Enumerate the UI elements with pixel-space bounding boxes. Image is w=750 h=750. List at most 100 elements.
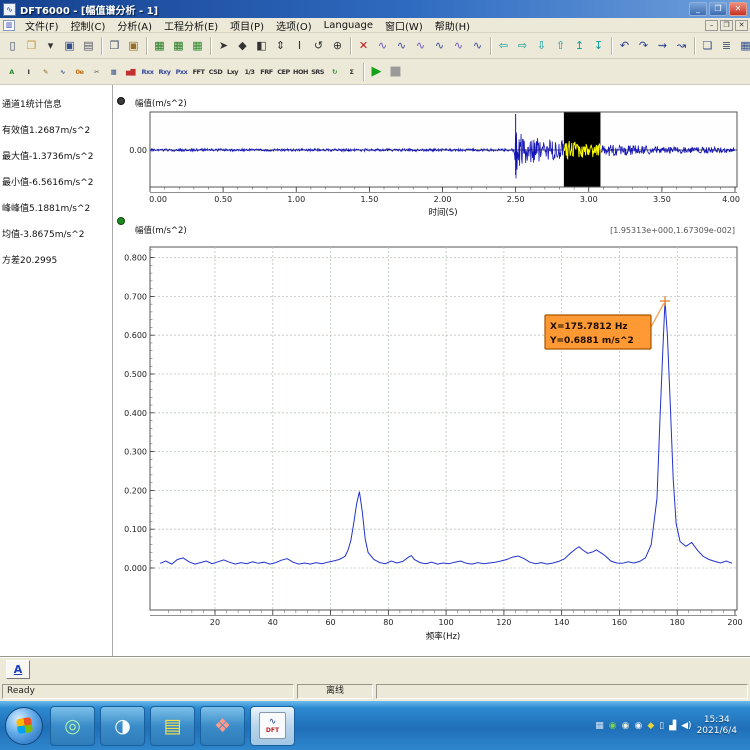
menu-item-file[interactable]: 文件(F)	[19, 17, 65, 34]
data-table-button[interactable]: ▦	[105, 63, 122, 80]
peak-mark-5-button[interactable]: ∿	[449, 36, 468, 55]
title-bar[interactable]: ∿ DFT6000 - [幅值谱分析 - 1] _ ❐ ✕	[0, 0, 750, 18]
tab-a[interactable]: A	[6, 660, 30, 679]
curve-fit-button[interactable]: ⇝	[653, 36, 672, 55]
window-layout-1-button[interactable]: ▦	[150, 36, 169, 55]
cursor-pair-button[interactable]: ◧	[252, 36, 271, 55]
frf-button[interactable]: FRF	[258, 63, 275, 80]
energy-icon[interactable]: ◆	[647, 721, 654, 731]
analysis-toolbar: AI✎∿0e✂▦▅▇RxxRxyPxxFFTCSDLxy1/3FRFCEPHOH…	[0, 59, 750, 85]
copy-button[interactable]: ❐	[105, 36, 124, 55]
delete-marker-button[interactable]: ✕	[354, 36, 373, 55]
child-minimize-button[interactable]: –	[705, 20, 718, 31]
redo-view-button[interactable]: ↷	[634, 36, 653, 55]
zoom-out-y-button[interactable]: ⇩	[532, 36, 551, 55]
maximize-button[interactable]: ❐	[709, 2, 727, 16]
cursor-updown-button[interactable]: ⇕	[271, 36, 290, 55]
menu-item-analysis[interactable]: 分析(A)	[111, 17, 158, 34]
ime-icon[interactable]: ▦	[595, 721, 604, 731]
autocorrelation-button[interactable]: Rxx	[139, 63, 156, 80]
coherence-button[interactable]: Lxy	[224, 63, 241, 80]
compress-x-button[interactable]: ↧	[589, 36, 608, 55]
shield-icon[interactable]: ◉	[609, 721, 617, 731]
child-restore-button[interactable]: ❐	[720, 20, 733, 31]
de-trend-button[interactable]: 0e	[71, 63, 88, 80]
wave-view-button[interactable]: ∿	[54, 63, 71, 80]
paste-button[interactable]: ▣	[124, 36, 143, 55]
cloud-icon[interactable]: ◉	[622, 721, 630, 731]
loop-button[interactable]: ↻	[326, 63, 343, 80]
cursor-diamond-button[interactable]: ◆	[233, 36, 252, 55]
fft-button[interactable]: FFT	[190, 63, 207, 80]
browser-app-button[interactable]: ◑	[100, 706, 145, 746]
amplitude-spectrum-chart[interactable]: 幅值(m/s^2)[1.95313e+000,1.67309e-002]0.00…	[113, 215, 750, 655]
stop-button[interactable]: ■	[386, 62, 405, 81]
volume-icon[interactable]: ◀)	[681, 721, 691, 731]
zoom-in-y-button[interactable]: ⇧	[551, 36, 570, 55]
game-app-button[interactable]: ❖	[200, 706, 245, 746]
clock-time: 15:34	[697, 715, 737, 726]
security-app-button[interactable]: ◎	[50, 706, 95, 746]
report-table-button[interactable]: ▦	[736, 36, 750, 55]
peak-mark-3-button[interactable]: ∿	[411, 36, 430, 55]
cursor-rotate-button[interactable]: ↺	[309, 36, 328, 55]
srs-button[interactable]: SRS	[309, 63, 326, 80]
menu-item-language[interactable]: Language	[318, 19, 379, 32]
menu-item-options[interactable]: 选项(O)	[270, 17, 318, 34]
histogram-button[interactable]: ▅▇	[122, 63, 139, 80]
cursor-target-button[interactable]: ⊕	[328, 36, 347, 55]
trace-tool-button[interactable]: ↝	[672, 36, 691, 55]
hoh-button[interactable]: HOH	[292, 63, 309, 80]
print-button[interactable]: ▤	[79, 36, 98, 55]
spectrum-plot-area[interactable]	[150, 247, 737, 610]
menu-item-window[interactable]: 窗口(W)	[379, 17, 429, 34]
sum-button[interactable]: Σ	[343, 63, 360, 80]
cepstrum-button[interactable]: CEP	[275, 63, 292, 80]
taskbar: ◎◑▤❖∿DFT ▦ ◉ ◉ ◉ ◆ ▯ ▟ ◀) 15:34 2021/6/4	[0, 701, 750, 750]
auto-scale-button[interactable]: A	[3, 63, 20, 80]
clipboard-icon[interactable]: ▯	[659, 721, 664, 731]
minimize-button[interactable]: _	[689, 2, 707, 16]
media-app-button[interactable]: ▤	[150, 706, 195, 746]
dft-app-button[interactable]: ∿DFT	[250, 706, 295, 746]
open-folder-button[interactable]: ❒	[22, 36, 41, 55]
expand-x-button[interactable]: ↥	[570, 36, 589, 55]
menu-item-project[interactable]: 项目(P)	[224, 17, 270, 34]
pan-left-button[interactable]: ⇦	[494, 36, 513, 55]
menu-item-help[interactable]: 帮助(H)	[429, 17, 476, 34]
peak-mark-4-button[interactable]: ∿	[430, 36, 449, 55]
clock[interactable]: 15:34 2021/6/4	[697, 715, 737, 737]
report-list-button[interactable]: ≣	[717, 36, 736, 55]
update-icon[interactable]: ◉	[634, 721, 642, 731]
peak-mark-2-button[interactable]: ∿	[392, 36, 411, 55]
close-button[interactable]: ✕	[729, 2, 747, 16]
octave-button[interactable]: 1/3	[241, 63, 258, 80]
psd-button[interactable]: Pxx	[173, 63, 190, 80]
cursor-tooltip[interactable]: X=175.7812 HzY=0.6881 m/s^2	[545, 315, 651, 349]
pan-right-button[interactable]: ⇨	[513, 36, 532, 55]
run-button[interactable]: ▶	[367, 62, 386, 81]
report-page-button[interactable]: ❏	[698, 36, 717, 55]
csd-button[interactable]: CSD	[207, 63, 224, 80]
menu-item-control[interactable]: 控制(C)	[65, 17, 112, 34]
dft-app-wave-icon: ∿	[269, 718, 277, 727]
cursor-harmonic-button[interactable]: Ⅰ	[290, 36, 309, 55]
clip-wave-button[interactable]: ✂	[88, 63, 105, 80]
time-waveform-chart[interactable]: 幅值(m/s^2)0.000.000.501.001.502.002.503.0…	[113, 93, 750, 226]
open-dropdown-button[interactable]: ▾	[41, 36, 60, 55]
edit-pencil-button[interactable]: ✎	[37, 63, 54, 80]
start-button[interactable]	[5, 707, 43, 745]
menu-item-engineering-analysis[interactable]: 工程分析(E)	[158, 17, 224, 34]
network-icon[interactable]: ▟	[669, 721, 676, 731]
peak-mark-1-button[interactable]: ∿	[373, 36, 392, 55]
window-layout-2-button[interactable]: ▦	[169, 36, 188, 55]
undo-view-button[interactable]: ↶	[615, 36, 634, 55]
cursor-arrow-button[interactable]: ➤	[214, 36, 233, 55]
cross-correlation-button[interactable]: Rxy	[156, 63, 173, 80]
child-close-button[interactable]: ✕	[735, 20, 748, 31]
save-file-button[interactable]: ▣	[60, 36, 79, 55]
cursor-i-button[interactable]: I	[20, 63, 37, 80]
window-layout-3-button[interactable]: ▦	[188, 36, 207, 55]
new-file-button[interactable]: ▯	[3, 36, 22, 55]
peak-mark-6-button[interactable]: ∿	[468, 36, 487, 55]
